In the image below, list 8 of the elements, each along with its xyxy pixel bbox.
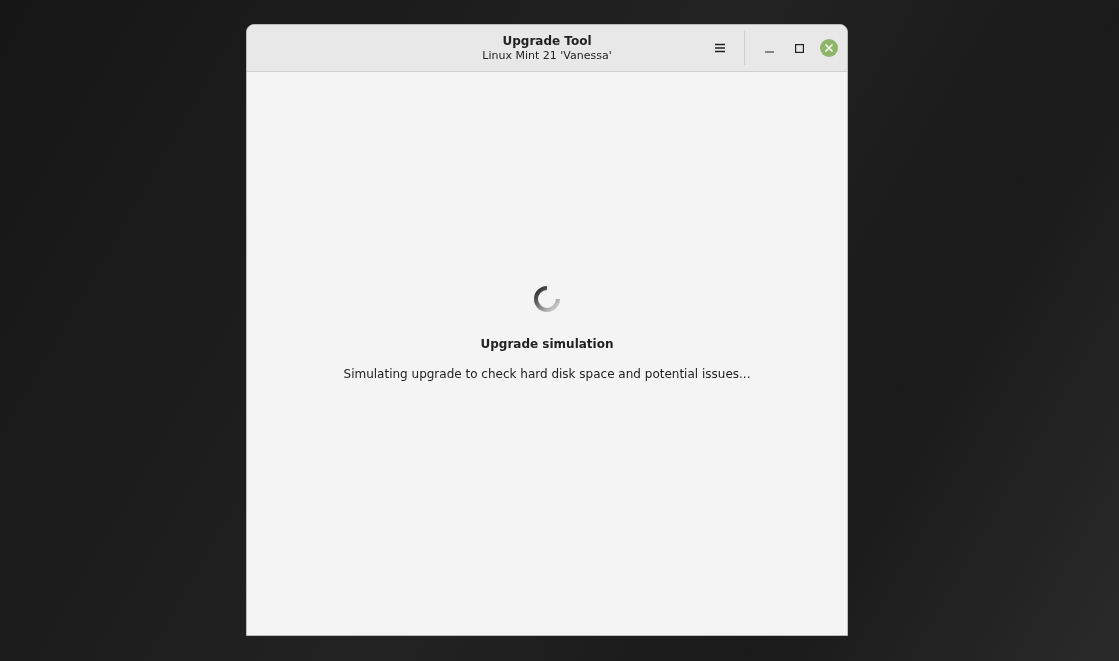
status-heading: Upgrade simulation [480,335,614,353]
minimize-icon [764,50,774,53]
window-subtitle: Linux Mint 21 'Vanessa' [482,48,612,63]
status-message: Simulating upgrade to check hard disk space and potential issues... [343,365,751,383]
window-title: Upgrade Tool [501,33,593,49]
loading-spinner-icon [533,284,561,313]
maximize-icon [794,43,804,53]
menu-icon [715,43,725,53]
